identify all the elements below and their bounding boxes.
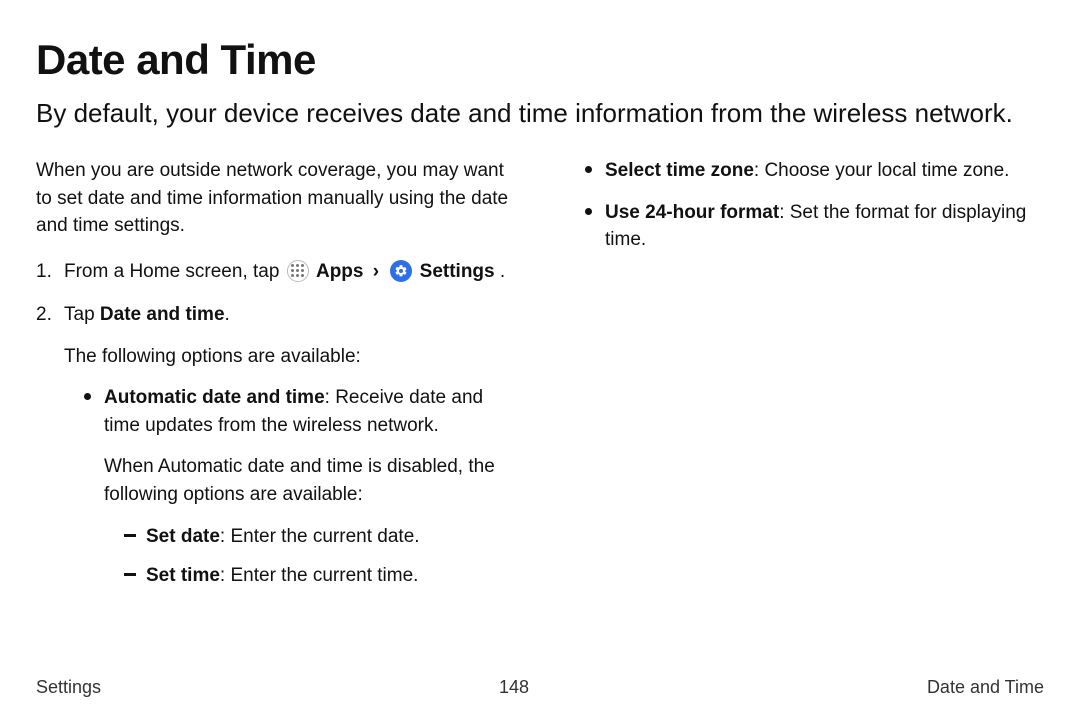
select-tz-label: Select time zone xyxy=(605,160,754,181)
apps-label: Apps xyxy=(316,261,364,282)
use-24h-label: Use 24-hour format xyxy=(605,202,779,223)
apps-icon xyxy=(287,260,309,282)
page-subtitle: By default, your device receives date an… xyxy=(36,96,1036,131)
set-time-desc: : Enter the current time. xyxy=(220,565,419,586)
options-intro: The following options are available: xyxy=(64,343,515,371)
column-right: Select time zone: Choose your local time… xyxy=(565,157,1044,606)
sub-options-list: Set date: Enter the current date. Set ti… xyxy=(104,523,515,590)
option-select-time-zone: Select time zone: Choose your local time… xyxy=(585,157,1044,185)
set-date-label: Set date xyxy=(146,526,220,547)
sub-option-set-date: Set date: Enter the current date. xyxy=(124,523,515,551)
settings-label: Settings xyxy=(420,261,495,282)
steps-list: From a Home screen, tap Apps › xyxy=(36,258,515,590)
option-auto-label: Automatic date and time xyxy=(104,387,325,408)
auto-disabled-note: When Automatic date and time is disabled… xyxy=(104,453,515,508)
page-title: Date and Time xyxy=(36,36,1044,84)
step-1-suffix: . xyxy=(500,261,505,282)
step-2: Tap Date and time. The following options… xyxy=(36,301,515,589)
footer-page-number: 148 xyxy=(499,677,529,698)
step-1-body: From a Home screen, tap Apps › xyxy=(64,258,515,286)
column-left: When you are outside network coverage, y… xyxy=(36,157,515,606)
step-2-body: Tap Date and time. The following options… xyxy=(64,301,515,589)
step-2-tap-suffix: . xyxy=(225,304,230,325)
intro-paragraph: When you are outside network coverage, y… xyxy=(36,157,515,240)
options-list: Automatic date and time: Receive date an… xyxy=(64,384,515,589)
step-1: From a Home screen, tap Apps › xyxy=(36,258,515,286)
content-columns: When you are outside network coverage, y… xyxy=(36,157,1044,606)
step-2-tap-prefix: Tap xyxy=(64,304,100,325)
set-date-desc: : Enter the current date. xyxy=(220,526,420,547)
settings-gear-icon xyxy=(390,260,412,282)
sub-option-set-time: Set time: Enter the current time. xyxy=(124,562,515,590)
option-automatic-date-time: Automatic date and time: Receive date an… xyxy=(84,384,515,589)
document-page: Date and Time By default, your device re… xyxy=(0,0,1080,720)
footer-left: Settings xyxy=(36,677,101,698)
step-1-prefix: From a Home screen, tap xyxy=(64,261,279,282)
apps-icon-dots xyxy=(291,264,304,277)
page-footer: Settings 148 Date and Time xyxy=(36,677,1044,698)
step-2-tap-bold: Date and time xyxy=(100,304,225,325)
option-use-24-hour: Use 24-hour format: Set the format for d… xyxy=(585,199,1044,254)
set-time-label: Set time xyxy=(146,565,220,586)
options-list-right: Select time zone: Choose your local time… xyxy=(565,157,1044,254)
chevron-icon: › xyxy=(373,261,379,282)
footer-right: Date and Time xyxy=(927,677,1044,698)
select-tz-desc: : Choose your local time zone. xyxy=(754,160,1010,181)
